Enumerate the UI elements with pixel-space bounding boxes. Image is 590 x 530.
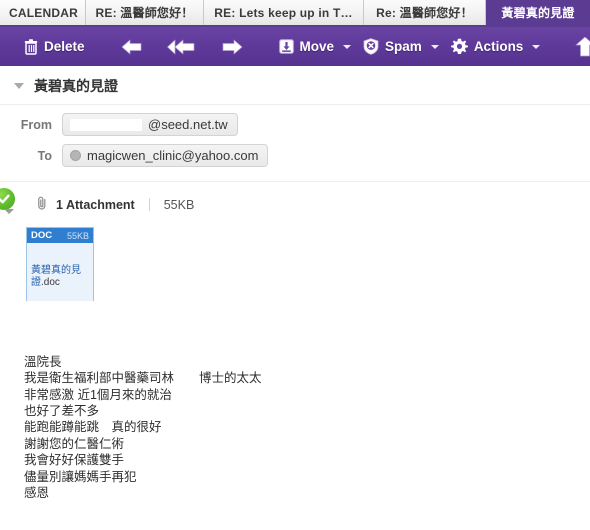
reply-all-arrow-icon[interactable] [166,37,197,57]
message-body: 溫院長 我是衛生福利部中醫藥司林 博士的太太 非常感激 近1個月來的就治 也好了… [0,301,590,530]
tab-huang-bizhen-testimony[interactable]: 黃碧真的見證 [486,0,590,25]
spam-button[interactable]: Spam [357,35,445,58]
message-body-text: 溫院長 我是衛生福利部中醫藥司林 博士的太太 非常感激 近1個月來的就治 也好了… [24,354,262,501]
mail-toolbar: Delete Move Spam Actions [0,27,590,66]
attachment-type-label: DOC [31,230,53,241]
to-row: To magicwen_clinic@yahoo.com [0,144,590,167]
attachment-count-label: 1 Attachment [56,197,135,212]
subject-row[interactable]: 黃碧真的見證 [0,66,590,105]
spam-button-label: Spam [385,39,422,54]
redacted-block [70,118,142,131]
chevron-down-icon [343,44,352,49]
shield-x-icon [363,38,379,55]
up-arrow-icon[interactable] [574,36,590,57]
attachment-section: 1 Attachment 55KB DOC 55KB 黃碧真的見證.doc Sa… [0,181,590,483]
attachment-divider [148,198,150,211]
trash-icon [24,38,38,55]
attachment-total-size: 55KB [163,197,195,212]
reply-forward-group [115,37,249,57]
tab-re-wen-2[interactable]: Re: 溫醫師您好！ [364,0,486,25]
page-title: 黃碧真的見證 [34,78,118,94]
attachment-item-size: 55KB [66,230,89,241]
to-label: To [37,148,52,163]
tab-lets-keep-up[interactable]: RE: Lets keep up in T… [204,0,364,25]
actions-button-label: Actions [473,39,524,54]
from-row: From @seed.net.tw [0,113,590,136]
attachment-type-header: DOC 55KB [27,228,93,243]
triangle-down-icon[interactable] [14,83,24,89]
tab-calendar-label: CALENDAR [9,5,78,20]
delete-button-label: Delete [44,39,85,54]
attachment-card[interactable]: DOC 55KB 黃碧真的見證.doc Save [26,227,95,325]
delete-button[interactable]: Delete [18,36,91,58]
tab-re-wen-1-label: RE: 溫醫師您好！ [95,6,194,20]
move-to-folder-icon [278,39,294,54]
tab-re-wen-2-label: Re: 溫醫師您好！ [376,6,473,20]
chevron-down-icon [532,44,541,49]
paperclip-icon [36,196,48,213]
tab-bar: CALENDAR RE: 溫醫師您好！ RE: Lets keep up in … [0,0,590,27]
attachment-filename-ext: .doc [41,277,60,288]
scan-status-caret-icon[interactable] [4,209,14,214]
from-address-text: @seed.net.tw [148,117,228,132]
attachment-filename: 黃碧真的見證.doc [27,243,93,289]
gear-icon [450,38,468,55]
from-label: From [20,117,52,132]
contact-dot-icon [70,150,81,161]
from-address-pill[interactable]: @seed.net.tw [62,113,238,136]
mail-reading-pane: CALENDAR RE: 溫醫師您好！ RE: Lets keep up in … [0,0,590,530]
reply-arrow-icon[interactable] [119,37,145,57]
move-button[interactable]: Move [273,36,358,57]
tab-calendar[interactable]: CALENDAR [0,0,86,25]
tab-active-label: 黃碧真的見證 [501,6,575,20]
actions-button[interactable]: Actions [445,35,547,58]
address-block: From @seed.net.tw To magicwen_clinic@yah… [0,105,590,181]
to-address-pill[interactable]: magicwen_clinic@yahoo.com [62,144,269,167]
attachment-summary: 1 Attachment 55KB [0,182,590,219]
tab-lets-keep-up-label: RE: Lets keep up in T… [214,5,353,20]
chevron-down-icon [430,44,439,49]
tab-re-wen-1[interactable]: RE: 溫醫師您好！ [86,0,204,25]
forward-arrow-icon[interactable] [219,37,245,57]
move-button-label: Move [299,39,335,54]
to-address-text: magicwen_clinic@yahoo.com [87,148,259,163]
